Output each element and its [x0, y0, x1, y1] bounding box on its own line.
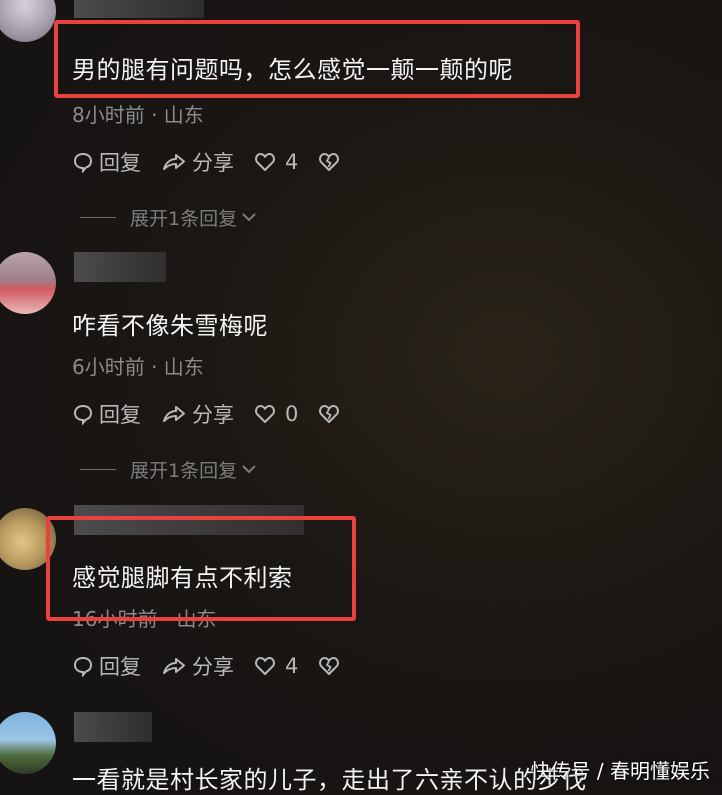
reply-label: 回复 — [99, 151, 141, 175]
chevron-down-icon — [242, 213, 256, 222]
comment-meta: 6小时前 · 山东 — [72, 355, 204, 379]
share-button[interactable]: 分享 — [161, 399, 234, 429]
broken-heart-icon — [319, 405, 340, 423]
share-label: 分享 — [192, 403, 234, 427]
heart-icon — [255, 657, 275, 675]
dislike-button[interactable] — [318, 152, 345, 172]
expand-label: 展开1条回复 — [130, 459, 238, 482]
share-button[interactable]: 分享 — [161, 651, 234, 681]
heart-icon — [255, 153, 275, 171]
watermark: 快传号 / 春明懂娱乐 — [530, 759, 710, 783]
like-count: 4 — [285, 654, 299, 678]
speech-bubble-icon — [73, 656, 93, 677]
username-blurred[interactable] — [74, 252, 166, 282]
comment-text: 咋看不像朱雪梅呢 — [72, 312, 268, 340]
share-button[interactable]: 分享 — [161, 147, 234, 177]
speech-bubble-icon — [73, 152, 93, 173]
reply-label: 回复 — [99, 655, 141, 679]
reply-button[interactable]: 回复 — [72, 399, 141, 429]
comment-actions: 回复 分享 0 — [72, 399, 365, 429]
speech-bubble-icon — [73, 404, 93, 425]
chevron-down-icon — [242, 465, 256, 474]
username-blurred[interactable] — [74, 712, 152, 742]
like-button[interactable]: 4 — [254, 150, 298, 174]
avatar[interactable] — [0, 712, 56, 774]
share-arrow-icon — [163, 658, 185, 674]
comment-actions: 回复 分享 4 — [72, 651, 365, 681]
divider-line — [80, 468, 116, 470]
expand-replies[interactable]: 展开1条回复 — [80, 455, 258, 483]
heart-icon — [255, 405, 275, 423]
reply-button[interactable]: 回复 — [72, 147, 141, 177]
share-label: 分享 — [192, 655, 234, 679]
broken-heart-icon — [319, 657, 340, 675]
like-button[interactable]: 0 — [254, 402, 298, 426]
comment-meta: 8小时前 · 山东 — [72, 103, 204, 127]
like-count: 4 — [285, 150, 299, 174]
avatar[interactable] — [0, 0, 56, 42]
share-arrow-icon — [163, 154, 185, 170]
share-arrow-icon — [163, 406, 185, 422]
divider-line — [80, 216, 116, 218]
share-label: 分享 — [192, 151, 234, 175]
like-button[interactable]: 4 — [254, 654, 298, 678]
dislike-button[interactable] — [318, 656, 345, 676]
avatar[interactable] — [0, 252, 56, 314]
comment-text: 一看就是村长家的儿子，走出了六亲不认的步伐 — [72, 766, 587, 794]
username-blurred[interactable] — [74, 0, 204, 18]
reply-label: 回复 — [99, 403, 141, 427]
broken-heart-icon — [319, 153, 340, 171]
expand-replies[interactable]: 展开1条回复 — [80, 203, 258, 231]
expand-label: 展开1条回复 — [130, 207, 238, 230]
like-count: 0 — [285, 402, 299, 426]
reply-button[interactable]: 回复 — [72, 651, 141, 681]
highlight-box — [54, 20, 580, 98]
highlight-box — [46, 516, 356, 621]
comment-actions: 回复 分享 4 — [72, 147, 365, 177]
dislike-button[interactable] — [318, 404, 345, 424]
